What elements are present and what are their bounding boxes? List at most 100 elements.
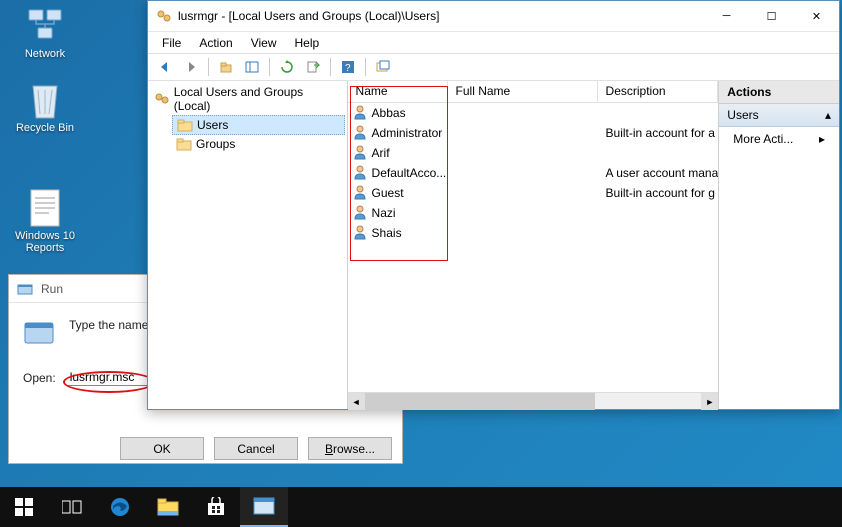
store-icon xyxy=(206,497,226,517)
user-name: Arif xyxy=(372,146,390,160)
run-browse-button[interactable]: BBrowse...rowse... xyxy=(308,437,392,460)
actions-more[interactable]: More Acti... ▸ xyxy=(719,127,839,151)
user-row[interactable]: Administrator Built-in account for a xyxy=(348,123,719,143)
user-icon xyxy=(352,164,368,183)
tree-item-groups[interactable]: Groups xyxy=(172,135,345,153)
minimize-button[interactable]: ─ xyxy=(704,2,749,30)
text-file-icon xyxy=(25,188,65,228)
user-row[interactable]: Shais xyxy=(348,223,719,243)
tree-item-label: Groups xyxy=(196,137,235,151)
user-name: Abbas xyxy=(372,106,406,120)
taskbar-explorer[interactable] xyxy=(144,487,192,527)
taskbar-edge[interactable] xyxy=(96,487,144,527)
toolbar-separator xyxy=(208,58,209,76)
lusrmgr-window: lusrmgr - [Local Users and Groups (Local… xyxy=(147,0,840,410)
taskbar-store[interactable] xyxy=(192,487,240,527)
user-description: A user account mana xyxy=(598,166,719,180)
recycle-bin-icon xyxy=(25,80,65,120)
run-cancel-button[interactable]: Cancel xyxy=(214,437,298,460)
task-view-icon xyxy=(62,499,82,515)
user-icon xyxy=(352,224,368,243)
actions-group-label: Users xyxy=(727,108,758,122)
user-name: Administrator xyxy=(372,126,443,140)
help-button[interactable]: ? xyxy=(337,56,359,78)
up-button[interactable] xyxy=(215,56,237,78)
export-button[interactable] xyxy=(302,56,324,78)
run-app-icon xyxy=(23,317,55,349)
desktop-icon-reports[interactable]: Windows 10 Reports xyxy=(10,188,80,254)
desktop-icon-label: Network xyxy=(10,48,80,60)
menu-view[interactable]: View xyxy=(243,33,285,53)
run-icon xyxy=(17,281,33,297)
window-titlebar[interactable]: lusrmgr - [Local Users and Groups (Local… xyxy=(148,1,839,31)
task-view-button[interactable] xyxy=(48,487,96,527)
tree-pane[interactable]: Local Users and Groups (Local) Users Gro… xyxy=(148,81,348,409)
edge-icon xyxy=(109,496,131,518)
taskbar-lusrmgr[interactable] xyxy=(240,487,288,527)
toolbar-separator xyxy=(330,58,331,76)
run-button-row: OK Cancel BBrowse...rowse... xyxy=(120,437,392,460)
start-button[interactable] xyxy=(0,487,48,527)
actions-item-label: More Acti... xyxy=(733,132,793,146)
actions-group-users[interactable]: Users ▴ xyxy=(719,104,839,127)
show-hide-button[interactable] xyxy=(241,56,263,78)
menu-file[interactable]: File xyxy=(154,33,189,53)
user-description: Built-in account for a xyxy=(598,126,719,140)
column-header-description[interactable]: Description xyxy=(598,81,719,102)
user-icon xyxy=(352,104,368,123)
tree-item-label: Users xyxy=(197,118,228,132)
folder-icon xyxy=(176,137,192,151)
svg-text:?: ? xyxy=(345,63,351,74)
tree-item-users[interactable]: Users xyxy=(172,115,345,135)
user-icon xyxy=(352,204,368,223)
run-ok-button[interactable]: OK xyxy=(120,437,204,460)
toolbar-separator xyxy=(365,58,366,76)
mmc-window-icon xyxy=(253,497,275,515)
toolbar: ? xyxy=(148,53,839,81)
mmc-icon xyxy=(156,8,172,24)
chevron-right-icon: ▸ xyxy=(819,132,825,146)
column-header-name[interactable]: Name xyxy=(348,81,448,102)
user-name: Nazi xyxy=(372,206,396,220)
user-row[interactable]: Guest Built-in account for g xyxy=(348,183,719,203)
windows-icon xyxy=(15,498,33,516)
user-row[interactable]: DefaultAcco... A user account mana xyxy=(348,163,719,183)
scroll-right-button[interactable]: ► xyxy=(701,393,718,410)
network-icon xyxy=(25,6,65,46)
scroll-left-button[interactable]: ◄ xyxy=(348,393,365,410)
scroll-thumb[interactable] xyxy=(365,393,595,410)
desktop-icon-label: Recycle Bin xyxy=(10,122,80,134)
back-button[interactable] xyxy=(154,56,176,78)
forward-button[interactable] xyxy=(180,56,202,78)
user-name: Guest xyxy=(372,186,404,200)
user-icon xyxy=(352,124,368,143)
user-row[interactable]: Nazi xyxy=(348,203,719,223)
run-title-text: Run xyxy=(41,282,63,296)
menu-help[interactable]: Help xyxy=(287,33,328,53)
list-header: Name Full Name Description xyxy=(348,81,719,103)
actions-pane: Actions Users ▴ More Acti... ▸ xyxy=(719,81,839,409)
actions-header: Actions xyxy=(719,81,839,104)
desktop-icon-recycle[interactable]: Recycle Bin xyxy=(10,80,80,134)
run-open-label: Open: xyxy=(23,371,56,385)
column-header-fullname[interactable]: Full Name xyxy=(448,81,598,102)
close-button[interactable]: ✕ xyxy=(794,2,839,30)
user-row[interactable]: Abbas xyxy=(348,103,719,123)
user-row[interactable]: Arif xyxy=(348,143,719,163)
user-name: DefaultAcco... xyxy=(372,166,447,180)
menu-action[interactable]: Action xyxy=(191,33,240,53)
toolbar-separator xyxy=(269,58,270,76)
desktop-icon-label: Windows 10 Reports xyxy=(10,230,80,254)
users-groups-icon xyxy=(154,91,170,107)
maximize-button[interactable]: ☐ xyxy=(749,2,794,30)
refresh-button[interactable] xyxy=(276,56,298,78)
window-title: lusrmgr - [Local Users and Groups (Local… xyxy=(178,9,704,23)
menu-bar: File Action View Help xyxy=(148,31,839,53)
horizontal-scrollbar[interactable]: ◄ ► xyxy=(348,392,719,409)
user-description: Built-in account for g xyxy=(598,186,719,200)
desktop-icon-network[interactable]: Network xyxy=(10,6,80,60)
folder-icon xyxy=(177,118,193,132)
list-body[interactable]: Abbas Administrator Built-in account for a… xyxy=(348,103,719,392)
tree-root[interactable]: Local Users and Groups (Local) xyxy=(150,83,345,115)
new-window-button[interactable] xyxy=(372,56,394,78)
